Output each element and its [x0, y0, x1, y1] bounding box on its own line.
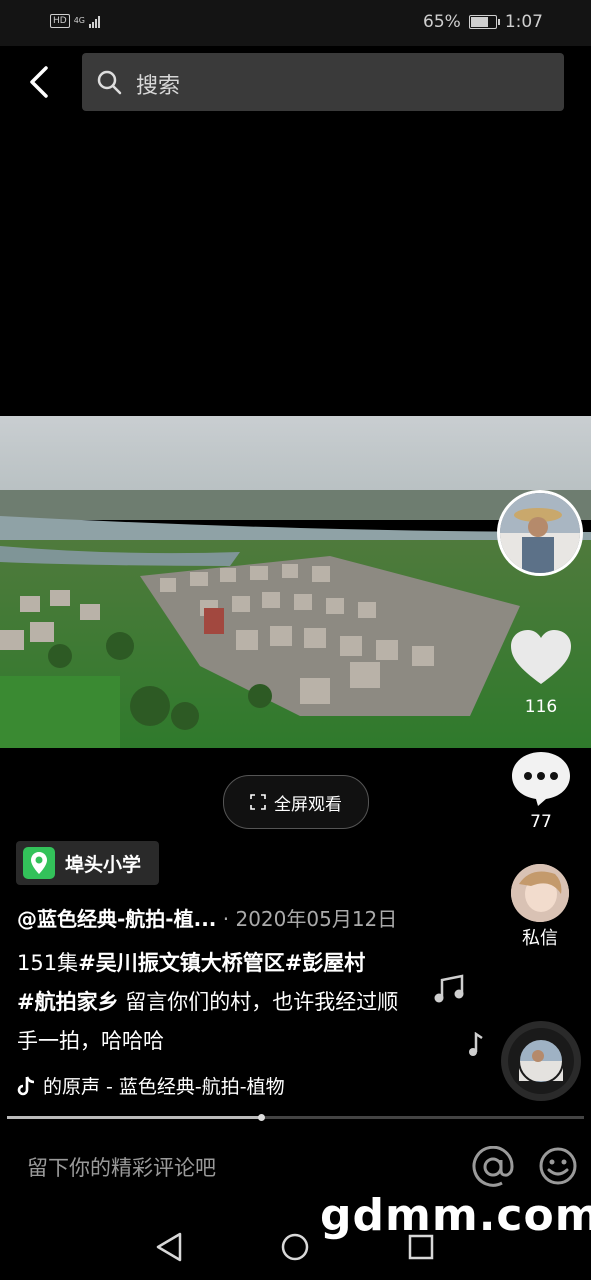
battery-icon — [468, 15, 500, 29]
dm-avatar-image — [511, 864, 569, 922]
like-count: 116 — [524, 697, 558, 717]
hashtag[interactable]: #吴川振文镇大桥管区 — [78, 951, 285, 975]
battery-percent: 65% — [423, 12, 461, 32]
hashtag[interactable]: #彭屋村 — [285, 951, 366, 975]
music-note-icon — [434, 974, 464, 1003]
author-avatar[interactable] — [497, 490, 583, 576]
status-bar: HD 4G 65% 1:07 — [0, 0, 591, 46]
network-indicator: HD 4G — [50, 14, 100, 28]
progress-bar[interactable] — [7, 1114, 584, 1121]
author-avatar-image — [500, 493, 580, 573]
comment-count: 77 — [530, 812, 552, 832]
dm-label[interactable]: 私信 — [500, 924, 580, 950]
progress-fill — [7, 1116, 261, 1119]
fullscreen-label: 全屏观看 — [274, 794, 342, 815]
music-line[interactable]: 的原声 - 蓝色经典-航拍-植物 — [17, 1072, 317, 1099]
fullscreen-icon — [250, 794, 266, 810]
status-right: 65% 1:07 — [423, 12, 543, 32]
emoji-icon[interactable] — [538, 1146, 578, 1186]
heart-icon[interactable] — [509, 628, 573, 688]
comment-input[interactable]: 留下你的精彩评论吧 — [27, 1152, 216, 1182]
episode-count: 151集 — [17, 951, 79, 975]
signal-icon — [89, 15, 100, 28]
dm-avatar[interactable] — [511, 864, 569, 922]
tiktok-icon — [17, 1075, 35, 1095]
music-title: 的原声 - 蓝色经典-航拍-植物 — [43, 1076, 285, 1098]
author-name[interactable]: @蓝色经典-航拍-植... — [17, 907, 216, 931]
video-player[interactable] — [0, 416, 591, 748]
post-date: · 2020年05月12日 — [216, 907, 398, 931]
location-pin-icon — [23, 847, 55, 879]
location-tag[interactable]: 埠头小学 — [16, 841, 159, 885]
search-input[interactable]: 搜索 — [82, 53, 564, 111]
location-label: 埠头小学 — [65, 853, 142, 876]
search-placeholder: 搜索 — [136, 74, 181, 99]
post-description: 151集#吴川振文镇大桥管区#彭屋村 #航拍家乡 留言你们的村，也许我经过顺手一… — [17, 944, 417, 1061]
system-nav-bar — [156, 1232, 434, 1262]
search-icon — [97, 70, 122, 95]
hashtag[interactable]: #航拍家乡 — [17, 990, 119, 1014]
nav-recent-icon[interactable] — [408, 1234, 434, 1260]
fullscreen-button[interactable]: 全屏观看 — [223, 775, 369, 829]
music-disc[interactable] — [500, 994, 582, 1102]
at-icon[interactable] — [472, 1146, 514, 1188]
clock: 1:07 — [504, 12, 543, 32]
nav-home-icon[interactable] — [281, 1233, 309, 1261]
comment-icon[interactable] — [510, 750, 572, 808]
author-line: @蓝色经典-航拍-植... · 2020年05月12日 — [17, 903, 397, 932]
hd-badge: HD — [50, 14, 70, 28]
back-arrow-icon[interactable] — [22, 62, 58, 102]
nav-back-icon[interactable] — [156, 1232, 182, 1262]
progress-knob[interactable] — [257, 1114, 265, 1121]
music-note-icon — [469, 1032, 483, 1056]
network-gen: 4G — [73, 16, 85, 25]
